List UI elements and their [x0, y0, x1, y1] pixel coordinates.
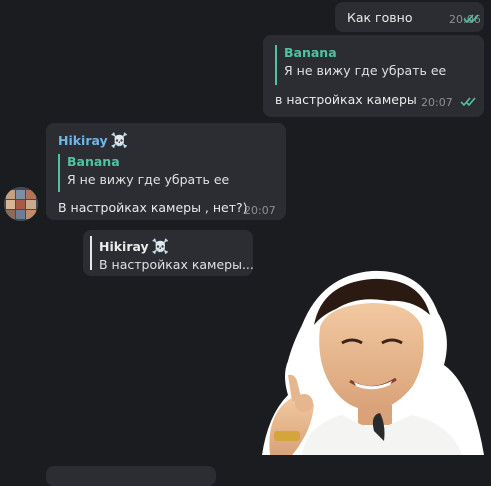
skull-icon: ☠️: [151, 239, 170, 255]
sticker-drawing: [262, 270, 484, 455]
double-check-icon: [463, 14, 479, 24]
reply-text: В настройках камеры...: [99, 257, 254, 272]
partial-message-bubble[interactable]: [46, 466, 216, 486]
outgoing-message[interactable]: Как говно 20:06: [335, 2, 484, 32]
message-time: 20:07: [244, 204, 276, 217]
sender-name[interactable]: Hikiray: [58, 133, 108, 148]
reply-quote[interactable]: Banana Я не вижу где убрать ее: [275, 45, 446, 85]
reply-text: Я не вижу где убрать ее: [284, 63, 447, 78]
avatar-image: [4, 187, 38, 221]
reply-preview-bubble[interactable]: Hikiray ☠️ В настройках камеры...: [83, 230, 254, 276]
sender-row: Hikiray ☠️: [58, 130, 128, 149]
double-check-icon: [460, 97, 476, 107]
reply-sender-name: Banana: [284, 45, 337, 60]
reply-sender-name: Hikiray: [99, 239, 149, 254]
message-time: 20:07: [421, 96, 453, 109]
reply-header: Hikiray ☠️: [99, 236, 254, 255]
reply-sender-name: Banana: [67, 154, 120, 169]
message-text: в настройках камеры: [275, 92, 417, 107]
message-text: Как говно: [347, 10, 413, 25]
skull-icon: ☠️: [110, 133, 129, 149]
avatar[interactable]: [4, 187, 38, 221]
message-text: В настройках камеры , нет?): [58, 200, 248, 215]
sticker-image[interactable]: [262, 265, 486, 455]
reply-quote[interactable]: Hikiray ☠️ В настройках камеры...: [90, 236, 254, 272]
reply-quote[interactable]: Banana Я не вижу где убрать ее: [58, 154, 229, 192]
outgoing-message-with-reply[interactable]: Banana Я не вижу где убрать ее в настрой…: [263, 35, 484, 117]
incoming-message[interactable]: Hikiray ☠️ Banana Я не вижу где убрать ее…: [46, 123, 286, 220]
reply-text: Я не вижу где убрать ее: [67, 172, 230, 187]
